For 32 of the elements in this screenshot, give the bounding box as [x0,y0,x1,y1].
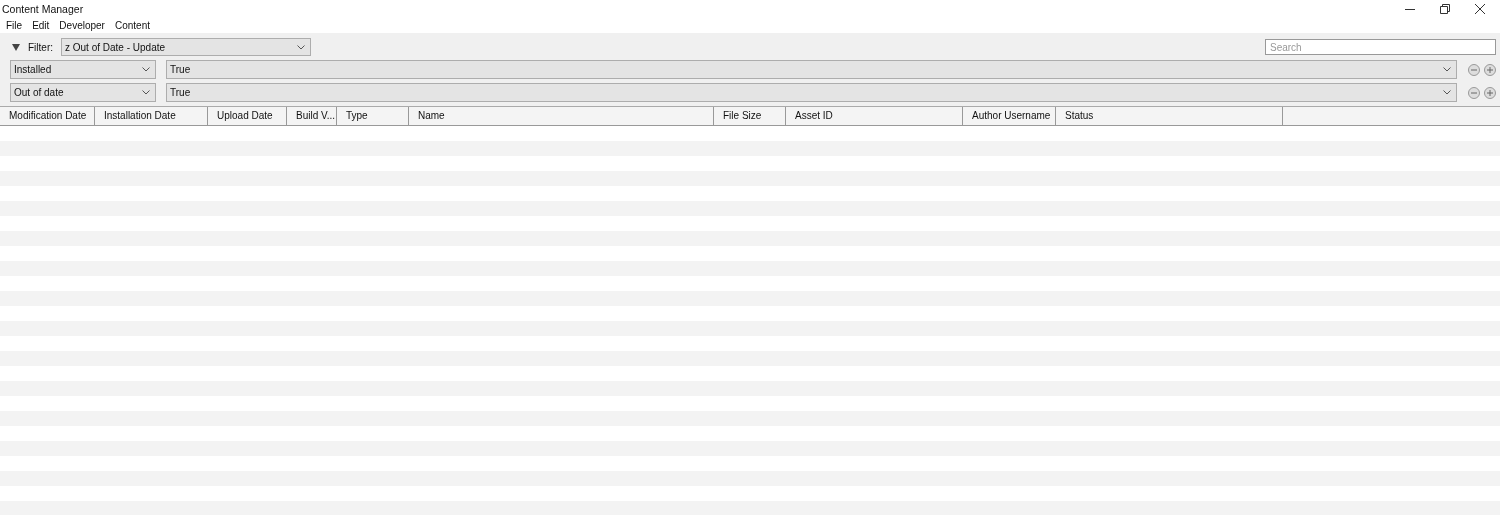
menu-item[interactable]: Content [114,19,150,31]
collapse-triangle-icon[interactable] [12,43,20,51]
field-dropdown[interactable]: Out of date [10,83,156,102]
column-header[interactable]: File Size [714,107,786,125]
restore-icon[interactable] [1440,3,1450,14]
field-dropdown[interactable]: Installed [10,60,156,79]
column-header[interactable]: Type [337,107,409,125]
column-header[interactable]: Author Username [963,107,1056,125]
search-field[interactable]: Search [1265,39,1496,55]
chevron-down-icon [1443,67,1451,72]
window-title: Content Manager [1,2,84,15]
chevron-down-icon [1443,90,1451,95]
close-icon[interactable] [1475,3,1485,14]
column-header[interactable]: Modification Date [0,107,95,125]
column-header[interactable]: Upload Date [208,107,287,125]
chevron-down-icon [297,44,305,50]
value-dropdown[interactable]: True [166,60,1457,79]
menu-item[interactable]: File [6,19,23,31]
column-header[interactable]: Asset ID [786,107,963,125]
column-header[interactable]: Status [1056,107,1283,125]
menu-item[interactable]: Developer [59,19,105,31]
column-header[interactable]: Installation Date [95,107,208,125]
add-icon[interactable] [1484,63,1496,76]
menu-item[interactable]: Edit [32,19,50,31]
column-header[interactable]: Name [409,107,714,125]
column-header[interactable]: Build V... [287,107,337,125]
chevron-down-icon [142,90,150,95]
value-dropdown[interactable]: True [166,83,1457,102]
filter-dropdown[interactable]: z Out of Date - Update [61,38,311,56]
filter-label: Filter: [28,41,53,53]
add-icon[interactable] [1484,86,1496,99]
chevron-down-icon [142,67,150,72]
